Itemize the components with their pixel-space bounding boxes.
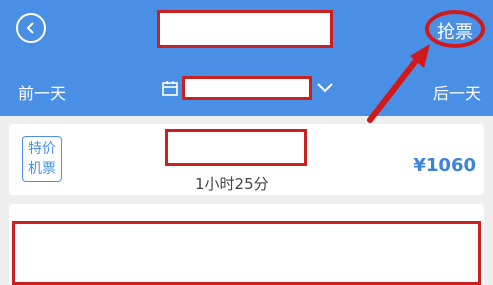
pointer-arrow-icon <box>367 44 430 123</box>
badge-line-1: 特价 <box>28 141 56 157</box>
chevron-left-icon <box>26 22 34 34</box>
next-day-button[interactable]: 后一天 <box>433 80 481 104</box>
flight-info-redacted <box>165 129 307 166</box>
title-redacted <box>157 10 333 48</box>
badge-line-2: 机票 <box>28 161 56 177</box>
app-header: 抢票 前一天 后一天 <box>0 0 493 123</box>
flight-card-2[interactable] <box>9 204 484 285</box>
calendar-icon <box>162 81 178 96</box>
flight-card-2-redacted <box>12 221 481 285</box>
chevron-down-icon[interactable] <box>316 82 334 94</box>
flight-price: ¥1060 <box>413 155 476 176</box>
flight-card[interactable]: 特价 机票 1小时25分 ¥1060 <box>9 124 484 195</box>
prev-day-button[interactable]: 前一天 <box>18 80 66 104</box>
special-fare-badge: 特价 机票 <box>22 136 62 182</box>
back-button[interactable] <box>16 13 46 43</box>
flight-duration: 1小时25分 <box>195 175 269 193</box>
date-selector-redacted[interactable] <box>182 76 312 100</box>
